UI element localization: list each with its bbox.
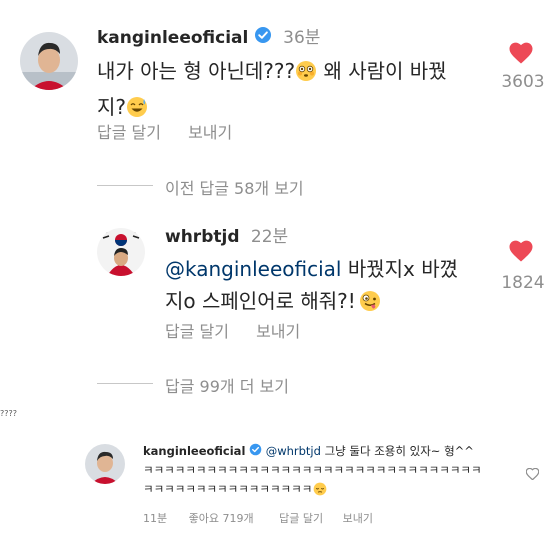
reply-like-count: 1824: [501, 273, 545, 293]
verified-badge-icon: [249, 443, 262, 460]
send-button[interactable]: 보내기: [188, 123, 232, 142]
reply-time: 22분: [250, 227, 289, 247]
reply2-likes-count[interactable]: 좋아요 719개: [189, 512, 254, 525]
pensive-emoji-icon: [313, 482, 327, 501]
side-text: ????: [0, 409, 17, 418]
avatar-whrbtjd[interactable]: [97, 228, 145, 276]
reply2-text-line3: ㅋㅋㅋㅋㅋㅋㅋㅋㅋㅋㅋㅋㅋㅋㅋㅋ: [143, 482, 313, 496]
reply-mention-link[interactable]: @kanginleeoficial: [165, 257, 341, 281]
reply-like-button[interactable]: [509, 240, 533, 262]
comment-like-count: 3603: [501, 72, 545, 92]
avatar-kanginleeoficial-small[interactable]: [85, 444, 125, 484]
reply2-text-line2: ㅋㅋㅋㅋㅋㅋㅋㅋㅋㅋㅋㅋㅋㅋㅋㅋㅋㅋㅋㅋㅋㅋㅋㅋㅋㅋㅋㅋㅋㅋㅋㅋ: [143, 463, 482, 477]
avatar-kanginleeoficial[interactable]: [20, 32, 78, 90]
reply2-username[interactable]: kanginleeoficial: [143, 444, 245, 458]
comment-username[interactable]: kanginleeoficial: [97, 28, 248, 48]
comment-text-line2: 지?: [97, 95, 127, 119]
zany-face-emoji-icon: [359, 289, 381, 321]
view-previous-replies[interactable]: 이전 답글 58개 보기: [165, 175, 304, 199]
verified-badge-icon: [254, 26, 272, 50]
comment-text: 내가 아는 형 아닌데???: [97, 59, 296, 83]
reply-button[interactable]: 답글 달기: [97, 123, 161, 142]
comment-text-cont: 왜 사람이 바꿨: [317, 59, 447, 83]
reply-text-line2: 지o 스페인어로 해줘?!: [165, 289, 356, 313]
reply2-text: 그냥 둘다 조용히 있자~ 형^^: [320, 444, 474, 458]
heart-icon[interactable]: [509, 42, 533, 64]
reply2-time: 11분: [143, 512, 168, 525]
flushed-emoji-icon: [295, 59, 317, 91]
reply2-reply-button[interactable]: 답글 달기: [279, 512, 323, 525]
reply2-send-button[interactable]: 보내기: [343, 512, 373, 525]
reply-text: 바꿨지x 바꼈: [341, 257, 459, 281]
reply-send-button[interactable]: 보내기: [256, 322, 300, 341]
reply-username[interactable]: whrbtjd: [165, 227, 239, 247]
heart-icon[interactable]: [509, 240, 533, 262]
divider-line: [97, 185, 153, 186]
reply2-mention-link[interactable]: @whrbtjd: [266, 444, 321, 458]
comment-like-button[interactable]: [509, 42, 533, 64]
divider-line: [97, 383, 153, 384]
reply2-like-button[interactable]: [525, 465, 540, 484]
reply-reply-button[interactable]: 답글 달기: [165, 322, 229, 341]
view-more-replies[interactable]: 답글 99개 더 보기: [165, 373, 289, 397]
comment-time: 36분: [283, 28, 321, 48]
heart-outline-icon[interactable]: [525, 467, 540, 481]
